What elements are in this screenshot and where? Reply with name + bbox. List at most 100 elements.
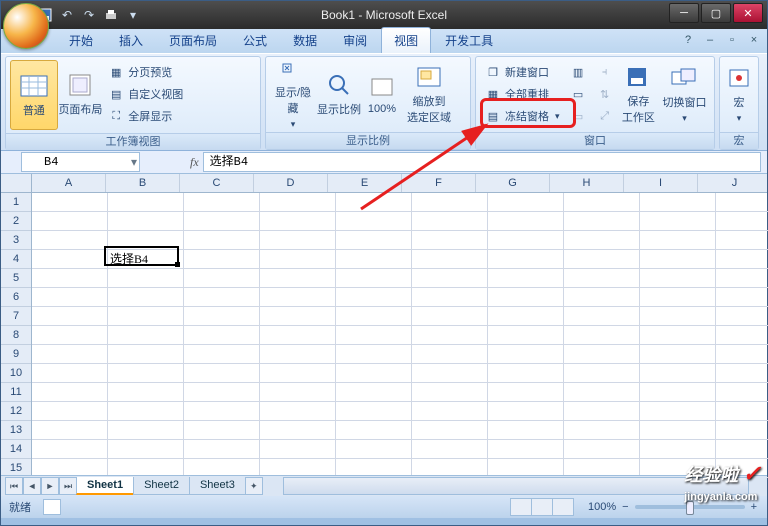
- sheet-nav-next[interactable]: ►: [41, 477, 59, 495]
- cell[interactable]: [108, 383, 184, 401]
- cell[interactable]: [260, 364, 336, 382]
- zoom-button[interactable]: 显示比例: [316, 60, 362, 128]
- sheet-nav-last[interactable]: ⏭: [59, 477, 77, 495]
- cell[interactable]: [488, 440, 564, 458]
- hide-button[interactable]: ▭: [567, 84, 590, 104]
- cell[interactable]: [184, 288, 260, 306]
- col-header-I[interactable]: I: [624, 174, 698, 192]
- cell[interactable]: [336, 345, 412, 363]
- cell[interactable]: [488, 288, 564, 306]
- cell[interactable]: [260, 231, 336, 249]
- cell[interactable]: [260, 269, 336, 287]
- cell[interactable]: [716, 440, 768, 458]
- cell[interactable]: [184, 421, 260, 439]
- help-icon[interactable]: ?: [681, 33, 695, 47]
- cell[interactable]: [184, 307, 260, 325]
- insert-sheet-button[interactable]: ✦: [245, 477, 263, 495]
- save-workspace-button[interactable]: 保存工作区: [618, 60, 659, 128]
- cell[interactable]: [108, 307, 184, 325]
- cell[interactable]: [32, 307, 108, 325]
- cell[interactable]: [336, 288, 412, 306]
- cell[interactable]: [716, 269, 768, 287]
- row-header-11[interactable]: 11: [1, 383, 31, 402]
- cell[interactable]: [488, 326, 564, 344]
- close-workbook-icon[interactable]: ×: [747, 33, 761, 47]
- cell[interactable]: [564, 383, 640, 401]
- cell[interactable]: [184, 231, 260, 249]
- col-header-D[interactable]: D: [254, 174, 328, 192]
- freeze-panes-button[interactable]: ▤冻结窗格▾: [482, 106, 563, 126]
- custom-views-button[interactable]: ▤自定义视图: [105, 84, 254, 104]
- cell[interactable]: [336, 307, 412, 325]
- cell[interactable]: [336, 250, 412, 268]
- cell[interactable]: [564, 288, 640, 306]
- cell[interactable]: [336, 383, 412, 401]
- col-header-A[interactable]: A: [32, 174, 106, 192]
- tab-数据[interactable]: 数据: [281, 28, 329, 53]
- cell[interactable]: [488, 269, 564, 287]
- zoom-100-button[interactable]: 100%: [362, 60, 402, 128]
- cell[interactable]: [184, 326, 260, 344]
- cell[interactable]: [640, 269, 716, 287]
- maximize-button[interactable]: ▢: [701, 3, 731, 23]
- cell[interactable]: [184, 440, 260, 458]
- row-header-2[interactable]: 2: [1, 212, 31, 231]
- macros-button[interactable]: 宏▾: [724, 60, 754, 128]
- cell[interactable]: [412, 307, 488, 325]
- cell[interactable]: [32, 193, 108, 211]
- cell[interactable]: [488, 345, 564, 363]
- col-header-F[interactable]: F: [402, 174, 476, 192]
- cell[interactable]: [488, 307, 564, 325]
- cell[interactable]: [260, 440, 336, 458]
- cell[interactable]: [184, 212, 260, 230]
- unhide-button[interactable]: ▭: [567, 106, 590, 126]
- cell[interactable]: [32, 212, 108, 230]
- cell[interactable]: [640, 421, 716, 439]
- cell[interactable]: [184, 402, 260, 420]
- cell[interactable]: [564, 345, 640, 363]
- row-header-7[interactable]: 7: [1, 307, 31, 326]
- cell[interactable]: [412, 345, 488, 363]
- reset-pos-button[interactable]: ⤢: [594, 106, 616, 126]
- cell[interactable]: [412, 383, 488, 401]
- cell[interactable]: [412, 402, 488, 420]
- page-layout-button[interactable]: 页面布局: [58, 60, 104, 128]
- formula-input[interactable]: 选择B4: [203, 152, 761, 172]
- cell[interactable]: [640, 440, 716, 458]
- cell[interactable]: [260, 288, 336, 306]
- cell[interactable]: [640, 307, 716, 325]
- cell[interactable]: [108, 345, 184, 363]
- cell[interactable]: [260, 421, 336, 439]
- sheet-tab-Sheet1[interactable]: Sheet1: [76, 477, 134, 495]
- cell[interactable]: [412, 364, 488, 382]
- cell[interactable]: [260, 307, 336, 325]
- cell[interactable]: [564, 269, 640, 287]
- row-header-4[interactable]: 4: [1, 250, 31, 269]
- row-header-9[interactable]: 9: [1, 345, 31, 364]
- cell[interactable]: [640, 402, 716, 420]
- tab-审阅[interactable]: 审阅: [331, 28, 379, 53]
- cell[interactable]: [32, 421, 108, 439]
- normal-view-button[interactable]: 普通: [10, 60, 58, 130]
- cell[interactable]: [412, 440, 488, 458]
- tab-开发工具[interactable]: 开发工具: [433, 28, 505, 53]
- col-header-C[interactable]: C: [180, 174, 254, 192]
- cell[interactable]: [108, 269, 184, 287]
- view-break-icon[interactable]: [552, 498, 574, 516]
- col-header-J[interactable]: J: [698, 174, 768, 192]
- cell[interactable]: [184, 383, 260, 401]
- switch-windows-button[interactable]: 切换窗口▾: [659, 60, 710, 128]
- col-header-B[interactable]: B: [106, 174, 180, 192]
- cell[interactable]: 选择B4: [108, 250, 184, 268]
- cell[interactable]: [640, 193, 716, 211]
- cell[interactable]: [640, 364, 716, 382]
- cell[interactable]: [412, 421, 488, 439]
- namebox-dropdown-icon[interactable]: ▾: [131, 155, 137, 170]
- undo-icon[interactable]: ↶: [59, 7, 75, 23]
- cell[interactable]: [716, 383, 768, 401]
- cell[interactable]: [336, 421, 412, 439]
- cell[interactable]: [716, 250, 768, 268]
- cell[interactable]: [564, 421, 640, 439]
- cell[interactable]: [488, 250, 564, 268]
- cell[interactable]: [564, 231, 640, 249]
